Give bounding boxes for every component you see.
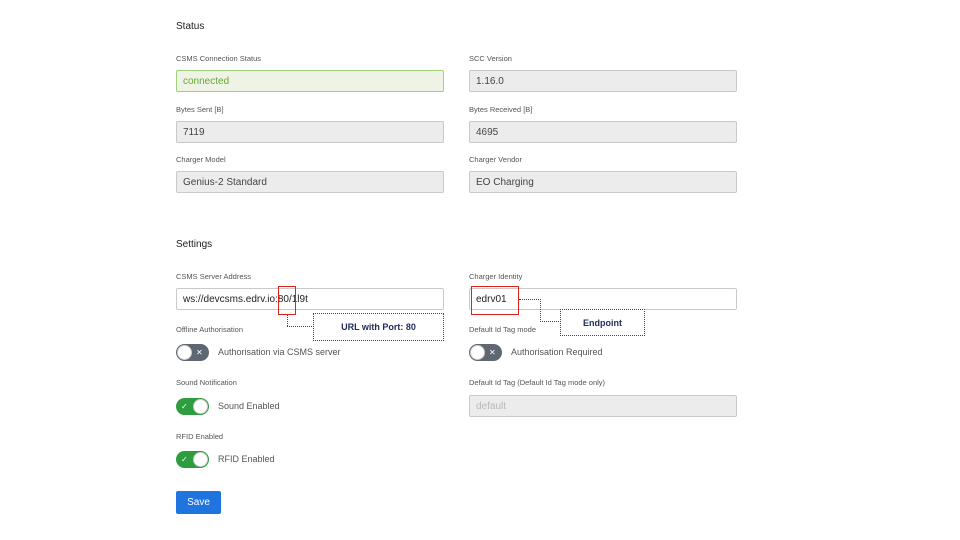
sound-notification-text: Sound Enabled [218, 401, 280, 411]
scc-version-field: 1.16.0 [469, 70, 737, 92]
default-id-tag-mode-text: Authorisation Required [511, 347, 603, 357]
bytes-received-field: 4695 [469, 121, 737, 143]
csms-connection-status-label: CSMS Connection Status [176, 54, 262, 63]
x-icon: ✕ [196, 348, 203, 357]
sound-notification-label: Sound Notification [176, 378, 237, 387]
toggle-knob [470, 345, 485, 360]
charger-vendor-label: Charger Vendor [469, 155, 522, 164]
endpoint-highlight-box [471, 286, 519, 315]
default-id-tag-label: Default Id Tag (Default Id Tag mode only… [469, 378, 606, 387]
charger-vendor-field: EO Charging [469, 171, 737, 193]
port-highlight-box [278, 286, 296, 315]
port-connector-horizontal [287, 326, 314, 327]
endpoint-callout: Endpoint [560, 309, 645, 336]
settings-section-title: Settings [176, 239, 213, 250]
bytes-sent-label: Bytes Sent [B] [176, 105, 224, 114]
charger-model-field: Genius-2 Standard [176, 171, 444, 193]
charger-model-label: Charger Model [176, 155, 226, 164]
toggle-knob [193, 399, 208, 414]
scc-version-label: SCC Version [469, 54, 512, 63]
offline-authorisation-label: Offline Authorisation [176, 325, 243, 334]
x-icon: ✕ [489, 348, 496, 357]
default-id-tag-mode-label: Default Id Tag mode [469, 325, 536, 334]
default-id-tag-mode-toggle[interactable]: ✕ [469, 344, 502, 361]
bytes-sent-field: 7119 [176, 121, 444, 143]
rfid-enabled-label: RFID Enabled [176, 432, 224, 441]
check-icon: ✓ [181, 402, 188, 411]
offline-authorisation-toggle[interactable]: ✕ [176, 344, 209, 361]
csms-server-address-label: CSMS Server Address [176, 272, 252, 281]
rfid-enabled-text: RFID Enabled [218, 454, 275, 464]
save-button[interactable]: Save [176, 491, 221, 514]
endpoint-connector-horizontal-2 [540, 321, 561, 322]
default-id-tag-input[interactable]: default [469, 395, 737, 417]
rfid-enabled-toggle[interactable]: ✓ [176, 451, 209, 468]
toggle-knob [177, 345, 192, 360]
check-icon: ✓ [181, 455, 188, 464]
url-port-callout: URL with Port: 80 [313, 313, 444, 341]
charger-identity-label: Charger Identity [469, 272, 523, 281]
csms-connection-status-field: connected [176, 70, 444, 92]
offline-authorisation-text: Authorisation via CSMS server [218, 347, 341, 357]
sound-notification-toggle[interactable]: ✓ [176, 398, 209, 415]
endpoint-connector-horizontal [519, 299, 541, 300]
csms-server-address-input[interactable]: ws://devcsms.edrv.io:80/1l9t [176, 288, 444, 310]
bytes-received-label: Bytes Received [B] [469, 105, 533, 114]
status-section-title: Status [176, 21, 205, 32]
endpoint-connector-vertical [540, 299, 541, 322]
toggle-knob [193, 452, 208, 467]
port-connector-vertical [287, 315, 288, 326]
